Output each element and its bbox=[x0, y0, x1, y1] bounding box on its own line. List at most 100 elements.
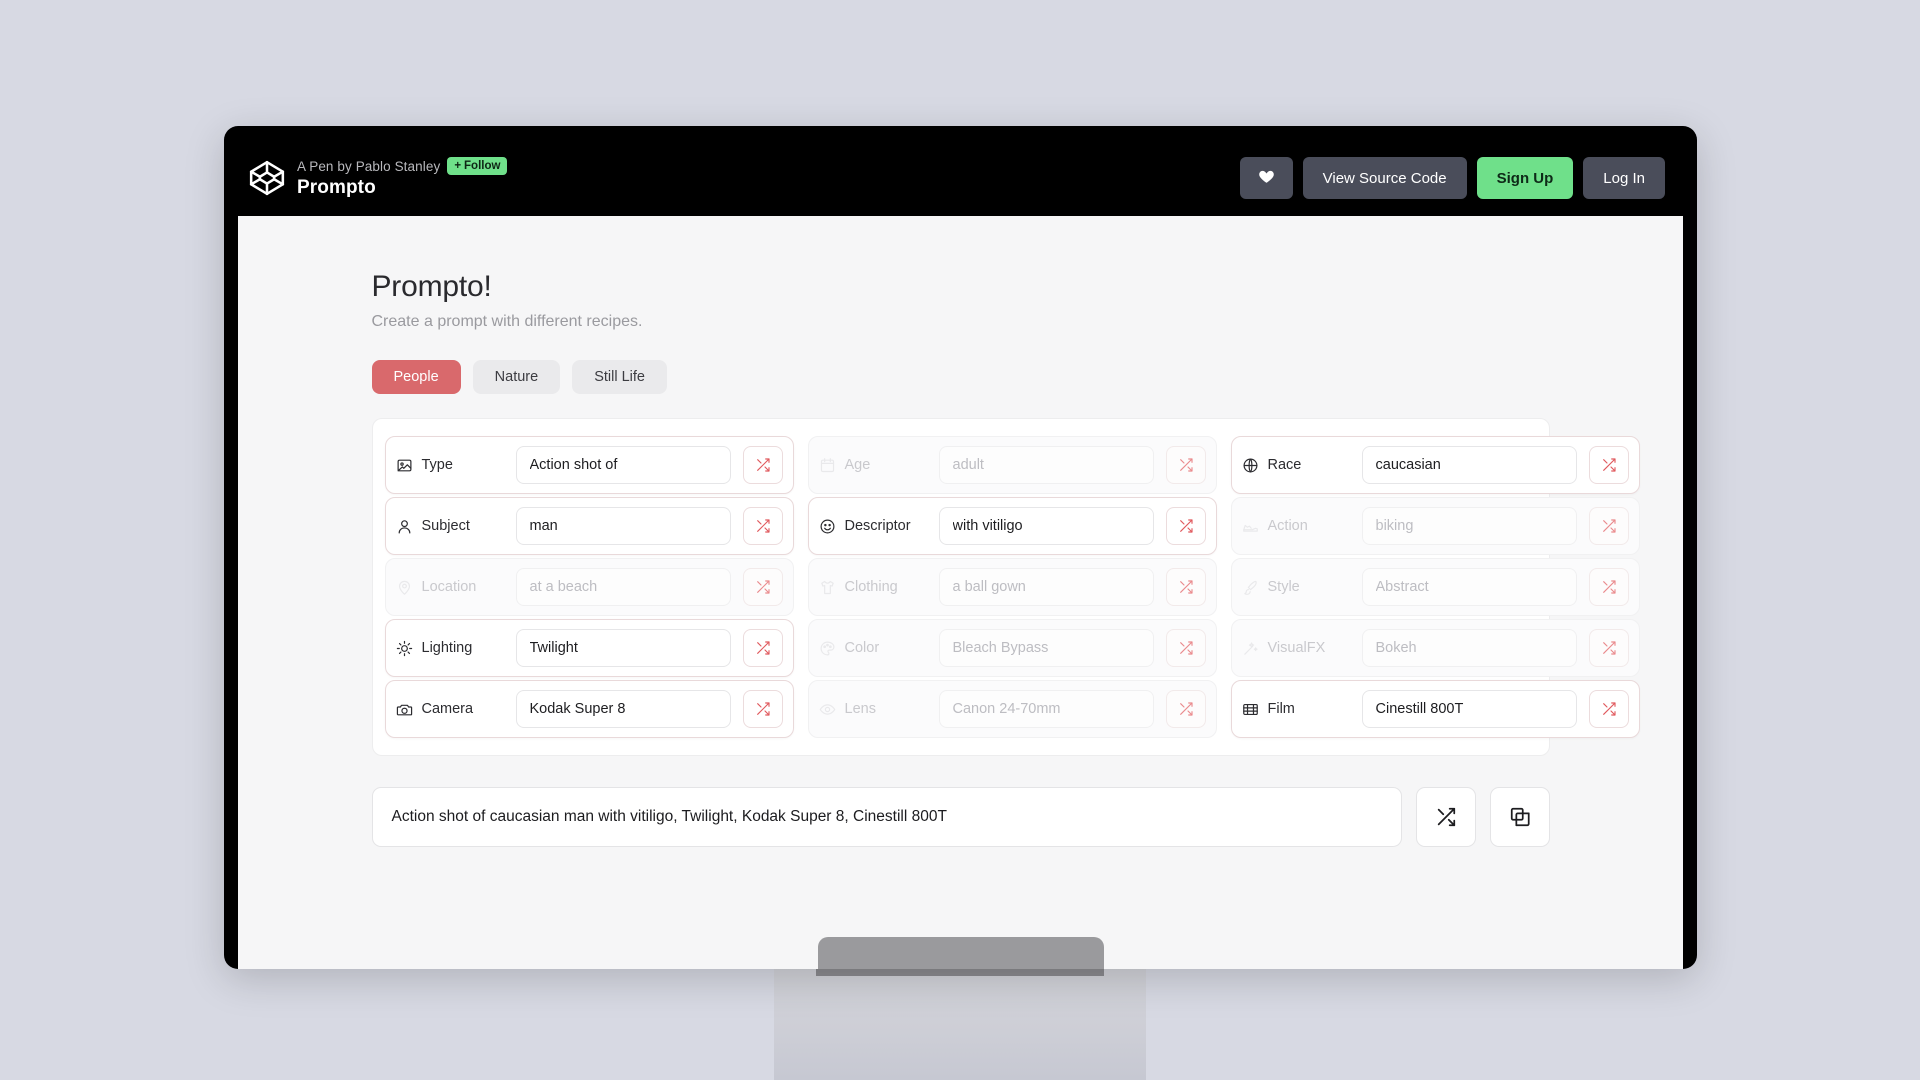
shuffle-icon bbox=[1601, 518, 1617, 534]
recipe-field-name: Clothing bbox=[844, 579, 898, 595]
bottom-action-pill[interactable] bbox=[817, 937, 1104, 969]
recipe-row-visualfx: VisualFX bbox=[1230, 619, 1640, 677]
recipe-row-clothing: Clothing bbox=[807, 558, 1217, 616]
recipe-input-style[interactable] bbox=[1361, 568, 1577, 606]
shuffle-button-descriptor[interactable] bbox=[1165, 507, 1206, 545]
person-icon bbox=[396, 518, 413, 535]
shuffle-icon bbox=[1178, 640, 1194, 656]
recipe-input-race[interactable] bbox=[1361, 446, 1577, 484]
shuffle-button-lighting[interactable] bbox=[742, 629, 783, 667]
shuffle-button-visualfx[interactable] bbox=[1588, 629, 1629, 667]
recipe-column: Age Descriptor Clothing Color Lens bbox=[807, 433, 1217, 741]
recipe-input-film[interactable] bbox=[1361, 690, 1577, 728]
recipe-row-label: Race bbox=[1242, 457, 1362, 474]
recipe-field-name: Type bbox=[421, 457, 453, 473]
shuffle-button-style[interactable] bbox=[1588, 568, 1629, 606]
tab-nature[interactable]: Nature bbox=[472, 360, 561, 394]
recipe-field-name: Action bbox=[1267, 518, 1308, 534]
recipe-column: Type Subject Location Lighting Camera bbox=[384, 433, 794, 741]
recipe-field-name: Film bbox=[1267, 701, 1295, 717]
sign-up-button[interactable]: Sign Up bbox=[1476, 157, 1574, 199]
pen-author: A Pen by Pablo Stanley bbox=[297, 158, 441, 174]
recipe-input-clothing[interactable] bbox=[938, 568, 1154, 606]
recipe-input-lighting[interactable] bbox=[515, 629, 731, 667]
recipe-field-name: Age bbox=[844, 457, 871, 473]
shuffle-icon bbox=[755, 457, 771, 473]
page-subtitle: Create a prompt with different recipes. bbox=[371, 313, 643, 330]
recipe-field-name: Lens bbox=[844, 701, 876, 717]
magic-wand-icon bbox=[1242, 640, 1259, 657]
recipe-row-race: Race bbox=[1230, 436, 1640, 494]
randomize-all-button[interactable] bbox=[1415, 787, 1476, 847]
shuffle-icon bbox=[755, 701, 771, 717]
shuffle-button-type[interactable] bbox=[742, 446, 783, 484]
shuffle-button-action[interactable] bbox=[1588, 507, 1629, 545]
recipe-row-label: Clothing bbox=[819, 579, 939, 596]
prompt-output-field[interactable]: Action shot of caucasian man with vitili… bbox=[371, 787, 1402, 847]
recipe-input-descriptor[interactable] bbox=[938, 507, 1154, 545]
codepen-logo-icon[interactable] bbox=[248, 159, 286, 197]
film-icon bbox=[1242, 701, 1259, 718]
shoe-icon bbox=[1242, 518, 1259, 535]
recipe-input-action[interactable] bbox=[1361, 507, 1577, 545]
recipe-field-name: Lighting bbox=[421, 640, 473, 656]
tab-people[interactable]: People bbox=[371, 360, 461, 394]
shuffle-button-race[interactable] bbox=[1588, 446, 1629, 484]
shuffle-icon bbox=[1178, 579, 1194, 595]
copy-icon bbox=[1509, 806, 1531, 828]
shuffle-button-lens[interactable] bbox=[1165, 690, 1206, 728]
monitor-stand bbox=[774, 962, 1146, 1080]
recipe-field-name: Color bbox=[844, 640, 880, 656]
follow-button[interactable]: + Follow bbox=[447, 156, 508, 176]
recipe-input-lens[interactable] bbox=[938, 690, 1154, 728]
globe-icon bbox=[1242, 457, 1259, 474]
log-in-button[interactable]: Log In bbox=[1583, 157, 1665, 199]
page-title: Prompto! bbox=[371, 270, 492, 303]
recipe-row-style: Style bbox=[1230, 558, 1640, 616]
shuffle-button-subject[interactable] bbox=[742, 507, 783, 545]
shuffle-button-location[interactable] bbox=[742, 568, 783, 606]
recipe-row-label: Descriptor bbox=[819, 518, 939, 535]
pen-byline: A Pen by Pablo Stanley + Follow bbox=[297, 156, 508, 176]
shuffle-button-film[interactable] bbox=[1588, 690, 1629, 728]
codepen-header: A Pen by Pablo Stanley + Follow Prompto bbox=[238, 140, 1683, 216]
recipe-row-lens: Lens bbox=[807, 680, 1217, 738]
recipe-input-type[interactable] bbox=[515, 446, 731, 484]
recipe-input-age[interactable] bbox=[938, 446, 1154, 484]
shuffle-button-camera[interactable] bbox=[742, 690, 783, 728]
recipe-row-label: Film bbox=[1242, 701, 1362, 718]
follow-label: Follow bbox=[464, 159, 501, 172]
recipe-field-name: VisualFX bbox=[1267, 640, 1326, 656]
recipe-input-camera[interactable] bbox=[515, 690, 731, 728]
recipe-row-lighting: Lighting bbox=[384, 619, 794, 677]
copy-prompt-button[interactable] bbox=[1489, 787, 1550, 847]
recipe-row-action: Action bbox=[1230, 497, 1640, 555]
brush-icon bbox=[1242, 579, 1259, 596]
tab-still-life[interactable]: Still Life bbox=[572, 360, 667, 394]
recipe-input-color[interactable] bbox=[938, 629, 1154, 667]
view-source-code-button[interactable]: View Source Code bbox=[1302, 157, 1467, 199]
prompt-output-row: Action shot of caucasian man with vitili… bbox=[371, 787, 1550, 847]
recipe-row-color: Color bbox=[807, 619, 1217, 677]
shuffle-icon bbox=[1601, 640, 1617, 656]
shuffle-button-color[interactable] bbox=[1165, 629, 1206, 667]
camera-icon bbox=[396, 701, 413, 718]
shuffle-icon bbox=[755, 579, 771, 595]
shuffle-icon bbox=[1601, 579, 1617, 595]
shuffle-icon bbox=[1601, 701, 1617, 717]
recipe-input-location[interactable] bbox=[515, 568, 731, 606]
recipe-row-descriptor: Descriptor bbox=[807, 497, 1217, 555]
recipe-input-visualfx[interactable] bbox=[1361, 629, 1577, 667]
recipe-field-name: Camera bbox=[421, 701, 474, 717]
recipe-input-subject[interactable] bbox=[515, 507, 731, 545]
shuffle-icon bbox=[755, 640, 771, 656]
monitor-bezel: A Pen by Pablo Stanley + Follow Prompto bbox=[224, 126, 1697, 969]
shuffle-button-age[interactable] bbox=[1165, 446, 1206, 484]
recipe-row-label: Action bbox=[1242, 518, 1362, 535]
love-button[interactable] bbox=[1239, 157, 1293, 199]
shuffle-icon bbox=[1435, 806, 1457, 828]
map-pin-icon bbox=[396, 579, 413, 596]
shuffle-button-clothing[interactable] bbox=[1165, 568, 1206, 606]
palette-icon bbox=[819, 640, 836, 657]
recipe-row-label: VisualFX bbox=[1242, 640, 1362, 657]
